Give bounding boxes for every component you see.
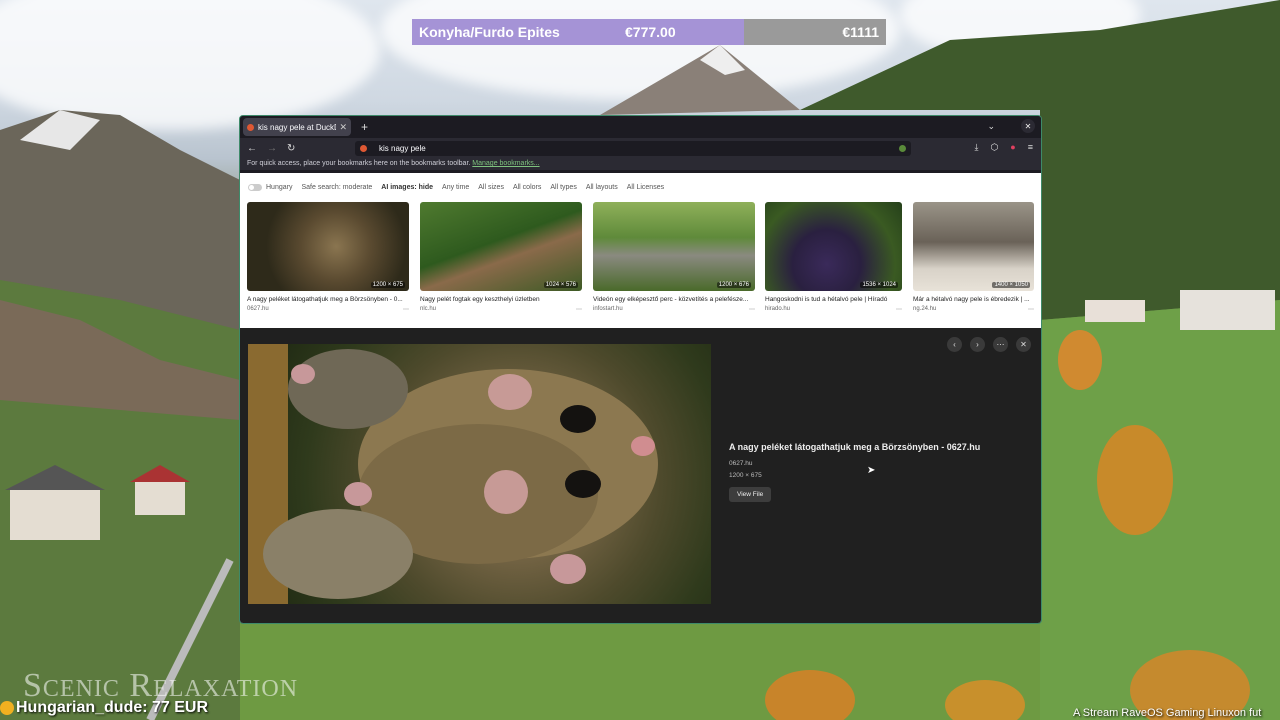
filter-license[interactable]: All Licenses: [627, 184, 664, 191]
result-source: infostart.hu: [593, 306, 623, 312]
download-icon[interactable]: ⤓: [974, 142, 978, 153]
coin-icon: [0, 701, 14, 715]
result-thumbnail[interactable]: 1200 × 675: [247, 202, 409, 291]
image-detail-panel: ‹ › ⋯ ✕ A nagy peléket látogathatjuk meg…: [240, 328, 1041, 623]
view-file-button[interactable]: View File: [729, 487, 772, 502]
result-caption[interactable]: A nagy peléket látogathatjuk meg a Börzs…: [247, 296, 409, 303]
result-card[interactable]: 1536 × 1024 Hangoskodni is tud a hétalvó…: [765, 202, 902, 313]
result-dims: 1200 × 675: [370, 282, 405, 288]
goal-title: Konyha/Furdo Epites: [419, 24, 560, 40]
detail-title[interactable]: A nagy peléket látogathatjuk meg a Börzs…: [729, 442, 980, 452]
result-card[interactable]: 1200 × 676 Videón egy elképesztő perc - …: [593, 202, 755, 313]
filter-safe-search[interactable]: Safe search: moderate: [301, 184, 372, 191]
menu-icon[interactable]: ≡: [1028, 142, 1033, 153]
url-bar[interactable]: kis nagy pele: [355, 141, 911, 156]
manage-bookmarks-link[interactable]: Manage bookmarks...: [472, 160, 539, 167]
result-thumbnail[interactable]: 1200 × 676: [593, 202, 755, 291]
list-tabs-icon[interactable]: ⌄: [987, 121, 995, 132]
navigation-toolbar: ← → ↻ kis nagy pele ⤓ ⬡ ● ≡: [240, 138, 1041, 158]
close-icon[interactable]: ✕: [1016, 337, 1031, 352]
filter-size[interactable]: All sizes: [478, 184, 504, 191]
extensions-icon[interactable]: ⬡: [990, 142, 998, 153]
reload-icon[interactable]: ↻: [287, 143, 295, 154]
extension-badge-icon[interactable]: ●: [1010, 142, 1015, 153]
filter-bar: Hungary Safe search: moderate AI images:…: [240, 173, 1041, 201]
dormouse-illustration: [248, 344, 658, 604]
filter-color[interactable]: All colors: [513, 184, 541, 191]
result-caption[interactable]: Hangoskodni is tud a hétalvó pele | Híra…: [765, 296, 902, 303]
donation-alert: Hungarian_dude: 77 EUR: [0, 699, 208, 717]
search-engine-icon: [360, 145, 367, 152]
result-source: ng.24.hu: [913, 306, 937, 312]
image-results: 1200 × 675 A nagy peléket látogathatjuk …: [240, 201, 1041, 328]
next-icon[interactable]: ›: [970, 337, 985, 352]
result-caption[interactable]: Nagy pelét fogtak egy keszthelyi üzletbe…: [420, 296, 582, 303]
detail-controls: ‹ › ⋯ ✕: [947, 337, 1031, 352]
result-source: nlc.hu: [420, 306, 437, 312]
more-icon[interactable]: ⋯: [749, 306, 755, 313]
browser-window: kis nagy pele at DuckDu ✕ + ⌄ ✕ ← → ↻ ki…: [239, 115, 1042, 624]
new-tab-button[interactable]: +: [361, 120, 368, 134]
tracking-shield-icon[interactable]: [899, 145, 906, 152]
result-card[interactable]: 1400 × 1050 Már a hétalvó nagy pele is é…: [913, 202, 1034, 313]
tab-title: kis nagy pele at DuckDu: [258, 122, 337, 132]
search-page: Hungary Safe search: moderate AI images:…: [240, 173, 1041, 623]
more-icon[interactable]: ⋯: [576, 306, 582, 313]
result-card[interactable]: 1024 × 576 Nagy pelét fogtak egy keszthe…: [420, 202, 582, 313]
filter-layout[interactable]: All layouts: [586, 184, 618, 191]
tab-bar: kis nagy pele at DuckDu ✕ + ⌄ ✕: [240, 116, 1041, 138]
detail-dims: 1200 × 675: [729, 472, 762, 479]
goal-target: €1111: [842, 24, 879, 40]
result-thumbnail[interactable]: 1536 × 1024: [765, 202, 902, 291]
more-icon[interactable]: ⋯: [993, 337, 1008, 352]
result-dims: 1536 × 1024: [860, 282, 898, 288]
bookmarks-hint: For quick access, place your bookmarks h…: [247, 160, 471, 167]
filter-region[interactable]: Hungary: [266, 184, 292, 191]
more-icon[interactable]: ⋯: [403, 306, 409, 313]
detail-source[interactable]: 0627.hu: [729, 460, 980, 467]
ticker-text: A Stream RaveOS Gaming Linuxon fut: [1073, 707, 1262, 719]
donor-text: Hungarian_dude: 77 EUR: [16, 699, 209, 716]
result-dims: 1400 × 1050: [992, 282, 1030, 288]
url-text: kis nagy pele: [379, 144, 426, 153]
image-info: A nagy peléket látogathatjuk meg a Börzs…: [729, 442, 980, 502]
tab-active[interactable]: kis nagy pele at DuckDu ✕: [243, 118, 351, 136]
filter-time[interactable]: Any time: [442, 184, 469, 191]
window-close-button[interactable]: ✕: [1021, 119, 1035, 133]
back-icon[interactable]: ←: [247, 143, 257, 154]
more-icon[interactable]: ⋯: [1028, 306, 1034, 313]
tab-close-icon[interactable]: ✕: [339, 122, 347, 133]
result-dims: 1200 × 676: [716, 282, 751, 288]
result-card[interactable]: 1200 × 675 A nagy peléket látogathatjuk …: [247, 202, 409, 313]
preview-image[interactable]: [248, 344, 711, 604]
forward-icon[interactable]: →: [267, 143, 277, 154]
filter-type[interactable]: All types: [550, 184, 576, 191]
donation-goal-bar: Konyha/Furdo Epites €777.00 €1111: [412, 19, 886, 45]
result-thumbnail[interactable]: 1024 × 576: [420, 202, 582, 291]
result-caption[interactable]: Videón egy elképesztő perc - közvetítés …: [593, 296, 755, 303]
filter-ai-images[interactable]: AI images: hide: [381, 184, 433, 191]
prev-icon[interactable]: ‹: [947, 337, 962, 352]
result-thumbnail[interactable]: 1400 × 1050: [913, 202, 1034, 291]
result-source: 0627.hu: [247, 306, 269, 312]
more-icon[interactable]: ⋯: [896, 306, 902, 313]
result-dims: 1024 × 576: [543, 282, 578, 288]
bookmarks-toolbar: For quick access, place your bookmarks h…: [240, 158, 1041, 170]
region-toggle[interactable]: [248, 183, 262, 191]
goal-current: €777.00: [625, 24, 676, 40]
result-caption[interactable]: Már a hétalvó nagy pele is ébredezik | .…: [913, 296, 1034, 303]
result-source: hirado.hu: [765, 306, 791, 312]
mouse-cursor-icon: ➤: [867, 465, 876, 476]
duckduckgo-icon: [247, 123, 254, 131]
